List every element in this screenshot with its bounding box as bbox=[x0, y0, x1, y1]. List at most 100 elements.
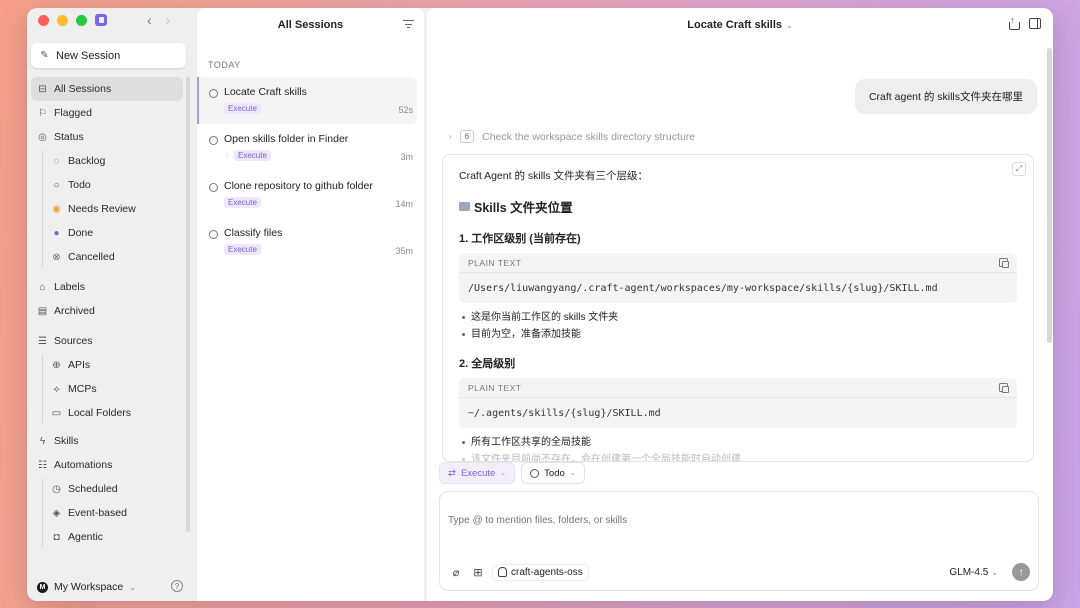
sidebar-scrollbar[interactable] bbox=[186, 77, 190, 532]
mcp-icon: ⟡ bbox=[53, 383, 60, 395]
filter-icon[interactable] bbox=[403, 20, 414, 31]
sidebar-item-label: APIs bbox=[68, 359, 91, 371]
robot-icon: ◘ bbox=[53, 531, 60, 543]
group-label: TODAY bbox=[208, 60, 241, 70]
sidebar-item-label: Needs Review bbox=[68, 203, 136, 215]
chat-scrollbar[interactable] bbox=[1047, 48, 1052, 343]
bullet-list: 所有工作区共享的全局技能 该文件夹目前尚不存在，会在创建第一个全局技能时自动创建 bbox=[462, 434, 1017, 461]
session-item[interactable]: Clone repository to github folder Execut… bbox=[197, 171, 424, 218]
section-title: 1. 工作区级别 (当前存在) bbox=[459, 233, 581, 245]
status-label: Todo bbox=[544, 467, 565, 479]
list-item: 这是你当前工作区的 skills 文件夹 bbox=[462, 309, 1017, 326]
subtask-icon: ⋮ bbox=[224, 153, 230, 159]
status-selector[interactable]: Todo ⌄ bbox=[521, 462, 585, 484]
status-check-icon: ◎ bbox=[38, 131, 47, 143]
sidebar-toggle-icon[interactable] bbox=[1029, 18, 1041, 29]
sidebar-item-label: Archived bbox=[54, 305, 95, 317]
chevron-down-icon: ⌄ bbox=[129, 582, 136, 592]
copy-icon[interactable] bbox=[999, 383, 1009, 393]
sidebar-item-label: MCPs bbox=[68, 383, 97, 395]
session-title: Locate Craft skills bbox=[224, 86, 307, 98]
back-arrow-icon[interactable]: ‹ bbox=[147, 12, 166, 28]
repo-selector[interactable]: craft-agents-oss bbox=[492, 563, 589, 581]
list-icon: ☷ bbox=[38, 459, 47, 471]
sessions-title: All Sessions bbox=[277, 19, 344, 31]
sidebar-item-label: Sources bbox=[54, 335, 93, 347]
help-icon[interactable]: ? bbox=[171, 580, 183, 592]
sidebar-item-backlog[interactable]: ◌ Backlog bbox=[31, 149, 183, 173]
sidebar-item-cancelled[interactable]: ⊗ Cancelled bbox=[31, 245, 183, 269]
mode-badge: Execute bbox=[224, 197, 261, 208]
list-item: 目前为空，准备添加技能 bbox=[462, 326, 1017, 343]
globe-icon: ⊕ bbox=[52, 359, 61, 371]
sidebar-item-label: Skills bbox=[54, 435, 79, 447]
code-block: PLAIN TEXT ~/.agents/skills/{slug}/SKILL… bbox=[459, 378, 1017, 428]
sidebar-item-apis[interactable]: ⊕ APIs bbox=[31, 353, 183, 377]
workspace-name: My Workspace bbox=[54, 581, 124, 593]
review-circle-icon: ◉ bbox=[52, 203, 61, 215]
mode-badge: Execute bbox=[224, 103, 261, 114]
answer-heading: Skills 文件夹位置 bbox=[459, 197, 1017, 216]
sidebar-item-labels[interactable]: ⌂ Labels bbox=[31, 275, 183, 299]
compose-icon: ✎ bbox=[40, 50, 49, 61]
message-input[interactable] bbox=[448, 500, 1032, 540]
session-item[interactable]: Locate Craft skills Execute 52s bbox=[197, 77, 417, 124]
window-controls bbox=[38, 15, 87, 26]
sidebar-item-status[interactable]: ◎ Status bbox=[31, 125, 183, 149]
sidebar-item-label: Backlog bbox=[68, 155, 106, 167]
share-icon[interactable] bbox=[1008, 15, 1020, 30]
attach-icon[interactable]: ⌀ bbox=[448, 566, 464, 579]
sidebar-item-mcps[interactable]: ⟡ MCPs bbox=[31, 377, 183, 401]
sidebar-item-label: Status bbox=[54, 131, 84, 143]
expand-icon[interactable]: ⤢ bbox=[1012, 162, 1026, 176]
sidebar-item-event-based[interactable]: ◈ Event-based bbox=[31, 501, 183, 525]
archive-icon: ▤ bbox=[37, 305, 48, 317]
new-session-button[interactable]: ✎ New Session bbox=[31, 43, 186, 68]
sidebar-item-done[interactable]: ● Done bbox=[31, 221, 183, 245]
model-label: GLM-4.5 bbox=[949, 566, 989, 578]
composer-chips: ⇄ Execute ⌄ Todo ⌄ bbox=[439, 462, 585, 484]
history-nav: ‹› bbox=[147, 12, 184, 28]
steps-summary[interactable]: › 6 Check the workspace skills directory… bbox=[449, 130, 695, 143]
forward-arrow-icon[interactable]: › bbox=[166, 12, 185, 28]
signal-icon: ◈ bbox=[52, 507, 61, 519]
session-time: 14m bbox=[395, 199, 413, 209]
mode-badge: Execute bbox=[224, 244, 261, 255]
session-item[interactable]: Classify files Execute 35m bbox=[197, 218, 424, 265]
close-window-button[interactable] bbox=[38, 15, 49, 26]
sidebar-item-all-sessions[interactable]: ⊟ All Sessions bbox=[31, 77, 183, 101]
model-selector[interactable]: GLM-4.5 ⌄ bbox=[949, 567, 998, 578]
repo-icon bbox=[498, 567, 507, 577]
sources-icon[interactable]: ⊞ bbox=[470, 566, 486, 579]
session-time: 52s bbox=[398, 105, 413, 115]
zoom-window-button[interactable] bbox=[76, 15, 87, 26]
sidebar-item-todo[interactable]: ○ Todo bbox=[31, 173, 183, 197]
sidebar-item-sources[interactable]: ☰ Sources bbox=[31, 329, 183, 353]
chevron-right-icon: › bbox=[449, 132, 452, 141]
sidebar-item-archived[interactable]: ▤ Archived bbox=[31, 299, 183, 323]
new-session-label: New Session bbox=[56, 49, 121, 62]
minimize-window-button[interactable] bbox=[57, 15, 68, 26]
mode-selector[interactable]: ⇄ Execute ⌄ bbox=[439, 462, 516, 484]
sidebar-item-local-folders[interactable]: ▭ Local Folders bbox=[31, 401, 183, 425]
sidebar: ‹› ✎ New Session ⊟ All Sessions ⚐ Flagge… bbox=[27, 8, 195, 601]
send-button[interactable]: ↑ bbox=[1012, 563, 1030, 581]
code-content: ~/.agents/skills/{slug}/SKILL.md bbox=[468, 408, 661, 419]
chat-header[interactable]: Locate Craft skills ⌄ bbox=[427, 8, 1053, 42]
sidebar-item-automations[interactable]: ☷ Automations bbox=[31, 453, 183, 477]
chevron-down-icon: ⌄ bbox=[786, 20, 793, 30]
sidebar-item-scheduled[interactable]: ◷ Scheduled bbox=[31, 477, 183, 501]
sidebar-item-agentic[interactable]: ◘ Agentic bbox=[31, 525, 183, 549]
workspace-switcher[interactable]: M My Workspace ⌄ ? bbox=[37, 577, 187, 597]
cancelled-circle-icon: ⊗ bbox=[52, 251, 61, 263]
sidebar-item-label: Cancelled bbox=[68, 251, 115, 263]
section-title: 2. 全局级别 bbox=[459, 358, 516, 370]
session-title: Clone repository to github folder bbox=[224, 180, 373, 192]
sidebar-item-skills[interactable]: ϟ Skills bbox=[31, 429, 183, 453]
sidebar-item-needs-review[interactable]: ◉ Needs Review bbox=[31, 197, 183, 221]
sidebar-nav: ⊟ All Sessions ⚐ Flagged ◎ Status ◌ Back… bbox=[31, 77, 183, 549]
sidebar-item-label: Labels bbox=[54, 281, 85, 293]
copy-icon[interactable] bbox=[999, 258, 1009, 268]
sidebar-item-flagged[interactable]: ⚐ Flagged bbox=[31, 101, 183, 125]
session-item[interactable]: Open skills folder in Finder ⋮ Execute 3m bbox=[197, 124, 424, 171]
